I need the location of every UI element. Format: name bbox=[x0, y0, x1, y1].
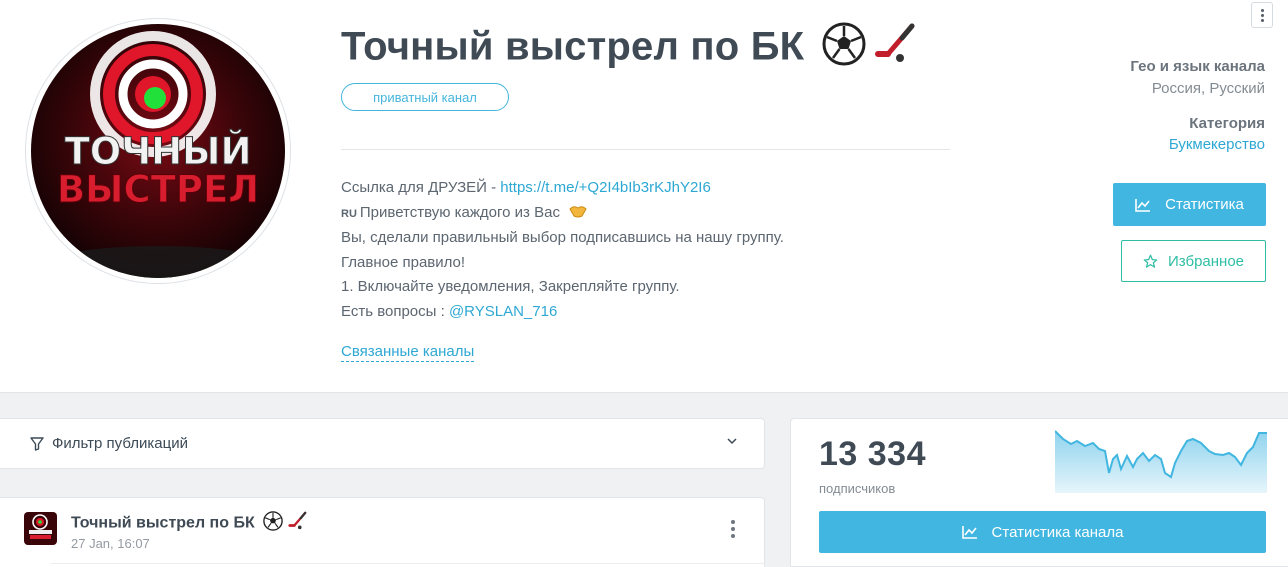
contact-link[interactable]: @RYSLAN_716 bbox=[449, 303, 557, 320]
star-icon bbox=[1143, 254, 1158, 268]
post-title: Точный выстрел по БК bbox=[71, 511, 308, 536]
invite-link[interactable]: https://t.me/+Q2I4bIb3rKJhY2I6 bbox=[500, 179, 711, 196]
header-divider bbox=[341, 149, 950, 150]
post-title-text: Точный выстрел по БК bbox=[71, 514, 255, 532]
post-card: Точный выстрел по БК 27 Jan, 16:07 bbox=[0, 497, 765, 567]
subscribers-card: 13 334 подписчиков Статистика канала bbox=[790, 418, 1288, 567]
chart-line-icon bbox=[961, 526, 977, 539]
statistics-button-label: Статистика bbox=[1165, 196, 1244, 213]
post-menu-icon[interactable] bbox=[731, 520, 735, 538]
filter-icon bbox=[30, 436, 44, 451]
post-divider bbox=[51, 563, 765, 564]
related-channels-link[interactable]: Связанные каналы bbox=[341, 343, 475, 362]
subscriber-count: 13 334 bbox=[819, 435, 926, 473]
subscriber-label: подписчиков bbox=[819, 481, 896, 496]
channel-title: Точный выстрел по БК bbox=[341, 22, 918, 76]
desc-line1-text: Ссылка для ДРУЗЕЙ - bbox=[341, 179, 501, 196]
channel-statistics-label: Статистика канала bbox=[991, 523, 1124, 541]
desc-line6-text: Есть вопросы : bbox=[341, 302, 449, 320]
soccer-ball-icon bbox=[263, 511, 283, 536]
channel-title-text: Точный выстрел по БК bbox=[341, 24, 805, 69]
post-avatar bbox=[24, 512, 57, 545]
chevron-down-icon[interactable] bbox=[726, 435, 738, 447]
post-date: 27 Jan, 16:07 bbox=[71, 536, 150, 551]
soccer-ball-icon bbox=[822, 22, 866, 76]
favorite-button[interactable]: Избранное bbox=[1121, 240, 1266, 282]
favorite-button-label: Избранное bbox=[1167, 252, 1245, 270]
statistics-button[interactable]: Статистика bbox=[1113, 183, 1266, 226]
channel-description: Ссылка для ДРУЗЕЙ - https://t.me/+Q2I4bI… bbox=[341, 176, 784, 324]
subscriber-sparkline bbox=[1055, 430, 1267, 493]
category-link[interactable]: Букмекерство bbox=[1169, 136, 1265, 153]
channel-header: ТОЧНЫЙ ВЫСТРЕЛ Точный выстрел по БК прив… bbox=[0, 0, 1288, 393]
channel-statistics-button[interactable]: Статистика канала bbox=[819, 511, 1266, 553]
avatar-text-top: ТОЧНЫЙ bbox=[65, 129, 252, 173]
channel-avatar-image: ТОЧНЫЙ ВЫСТРЕЛ bbox=[31, 24, 285, 278]
chart-line-icon bbox=[1135, 198, 1151, 212]
handshake-icon bbox=[569, 205, 587, 217]
hockey-stick-icon bbox=[872, 22, 918, 76]
channel-type-badge: приватный канал bbox=[341, 83, 509, 111]
desc-line3: Вы, сделали правильный выбор подписавшис… bbox=[341, 229, 784, 246]
more-options-icon[interactable] bbox=[1251, 2, 1273, 28]
category-label: Категория bbox=[1189, 115, 1265, 132]
avatar-text-bottom: ВЫСТРЕЛ bbox=[57, 168, 259, 211]
geo-label: Гео и язык канала bbox=[1130, 58, 1265, 75]
filter-label: Фильтр публикаций bbox=[52, 435, 188, 452]
channel-avatar: ТОЧНЫЙ ВЫСТРЕЛ bbox=[25, 18, 291, 284]
desc-line4: Главное правило! bbox=[341, 253, 466, 271]
desc-line5: 1. Включайте уведомления, Закрепляйте гр… bbox=[341, 278, 680, 295]
desc-line2-text: Приветствую каждого из Вас bbox=[359, 203, 560, 221]
geo-value: Россия, Русский bbox=[1151, 80, 1265, 97]
hockey-stick-icon bbox=[287, 511, 308, 536]
ru-flag-icon: RU bbox=[341, 207, 357, 220]
publication-filter[interactable]: Фильтр публикаций bbox=[0, 418, 765, 469]
